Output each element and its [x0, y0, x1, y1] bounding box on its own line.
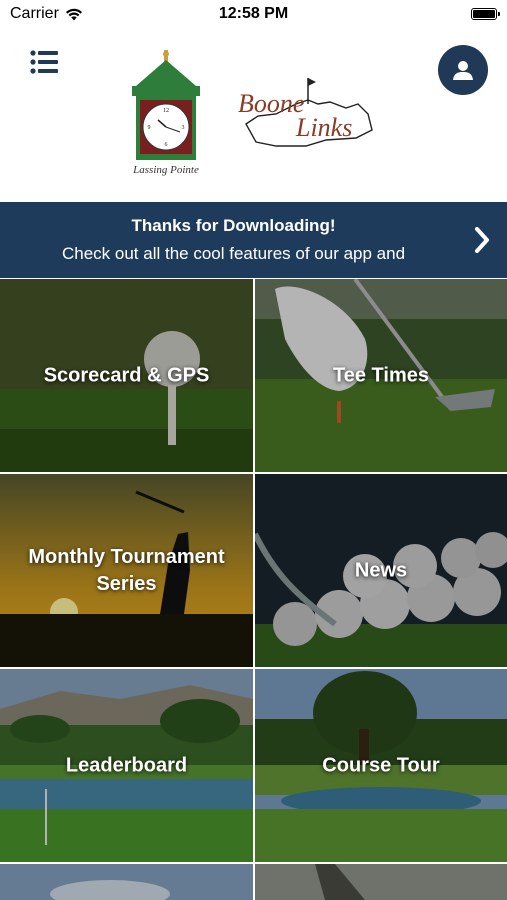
app-header: 12 3 6 9 Lassing Pointe Boone Links	[0, 28, 507, 202]
status-bar: Carrier 12:58 PM	[0, 0, 507, 28]
chevron-right-icon[interactable]	[472, 226, 492, 254]
logo-text-links: Links	[295, 113, 352, 142]
tile-monthly-tournament-series[interactable]: Monthly Tournament Series	[0, 474, 253, 667]
tile-label: Course Tour	[322, 754, 440, 776]
user-icon	[453, 61, 473, 80]
hamburger-menu-icon[interactable]	[30, 48, 60, 76]
battery-level	[473, 10, 495, 18]
tile-course-tour[interactable]: Course Tour	[255, 669, 507, 862]
lassing-pointe-logo: 12 3 6 9	[132, 50, 200, 160]
golfer-image	[255, 864, 507, 900]
tile-news[interactable]: News	[255, 474, 507, 667]
tile-scorecard-gps[interactable]: Scorecard & GPS	[0, 279, 253, 472]
svg-text:6: 6	[165, 142, 168, 148]
profile-button[interactable]	[438, 45, 488, 95]
svg-text:3: 3	[182, 125, 185, 131]
tile-label: Scorecard & GPS	[43, 364, 210, 386]
tile-leaderboard[interactable]: Leaderboard	[0, 669, 253, 862]
sky-image	[0, 864, 253, 900]
banner-text: Check out all the cool features of our a…	[61, 244, 406, 263]
banner-title: Thanks for Downloading!	[131, 216, 336, 235]
tile-partial-left[interactable]	[0, 864, 253, 900]
tile-label: Monthly Tournament Series	[28, 545, 225, 595]
tile-label: News	[354, 559, 408, 581]
carrier-label: Carrier	[10, 5, 59, 22]
logo-caption: Lassing Pointe	[133, 164, 199, 176]
boone-links-logo: Boone Links	[238, 78, 373, 147]
logo-text-boone: Boone	[238, 89, 304, 118]
tile-tee-times[interactable]: Tee Times	[255, 279, 507, 472]
svg-text:12: 12	[163, 108, 169, 114]
svg-text:9: 9	[148, 125, 151, 131]
welcome-banner[interactable]: Thanks for Downloading! Check out all th…	[0, 202, 507, 278]
battery-icon	[471, 8, 500, 20]
wifi-icon	[65, 8, 82, 20]
tile-label: Tee Times	[333, 364, 429, 386]
tile-partial-right[interactable]	[255, 864, 507, 900]
tile-label: Leaderboard	[65, 754, 188, 776]
